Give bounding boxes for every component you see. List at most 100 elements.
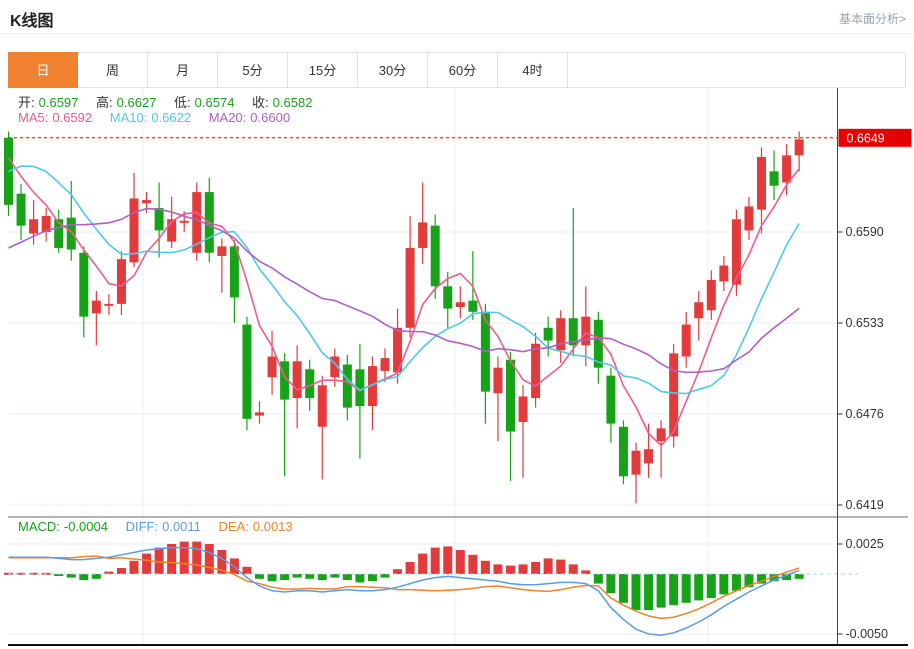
candle [455, 302, 465, 308]
candle [631, 450, 641, 475]
macd-bar [631, 574, 641, 610]
ma-lines [8, 207, 800, 374]
open-label: 开: [18, 95, 35, 110]
candle [430, 225, 440, 287]
macd-bar [681, 574, 691, 603]
macd-bar [330, 574, 340, 578]
low-label: 低: [174, 95, 191, 110]
macd-bar [606, 574, 616, 594]
close-value: 0.6582 [272, 95, 313, 110]
candle [518, 396, 528, 422]
candle [342, 364, 352, 408]
macd-value: -0.0004 [63, 519, 108, 534]
candle [79, 252, 89, 317]
macd-lines [8, 546, 800, 636]
candle [694, 302, 704, 319]
candle [179, 220, 189, 223]
candle [317, 385, 327, 427]
macd-bar [79, 574, 89, 580]
macd-bar [480, 560, 490, 574]
ma10-value: 0.6622 [151, 110, 192, 125]
candle [116, 259, 126, 304]
macd-bar [644, 574, 654, 610]
candle [16, 193, 26, 226]
macd-bar [568, 564, 578, 574]
dea-value: 0.0013 [252, 519, 293, 534]
ma5-label: MA5: [18, 110, 49, 125]
macd-bar [794, 574, 804, 579]
ma10-label: MA10: [109, 110, 148, 125]
macd-bar [581, 570, 591, 574]
axis-tick-label: 0.6419 [846, 498, 884, 512]
macd-bar [418, 553, 428, 574]
ma-lines [7, 157, 800, 447]
macd-bar [556, 559, 566, 574]
macd-bar [317, 574, 327, 580]
dea-label: DEA: [218, 519, 249, 534]
axis-tick-label: -0.0050 [846, 627, 888, 641]
macd-bar [204, 544, 214, 574]
dea-line [8, 555, 800, 620]
macd-bar [355, 574, 365, 583]
macd-bar [380, 574, 390, 578]
candle [405, 247, 415, 328]
candle [731, 219, 741, 285]
candle [29, 219, 39, 234]
candle [769, 171, 779, 186]
macd-bar [367, 574, 377, 582]
candle [543, 327, 553, 341]
close-label: 收: [252, 95, 269, 110]
current-price-value: 0.6649 [847, 131, 885, 145]
macd-bar [91, 574, 101, 579]
candle [506, 359, 515, 432]
candle [706, 279, 716, 311]
ma20-label: MA20: [208, 110, 247, 125]
diff-line [8, 546, 800, 636]
macd-bar [116, 568, 126, 574]
ma20-line [8, 207, 800, 374]
candle [91, 300, 101, 314]
high-value: 0.6627 [116, 95, 157, 110]
ma20-value: 0.6600 [250, 110, 291, 125]
diff-label: DIFF: [125, 519, 159, 534]
candle [255, 412, 264, 416]
low-value: 0.6574 [194, 95, 235, 110]
candle [142, 200, 152, 204]
macd-bar [731, 574, 741, 591]
macd-bar [393, 569, 403, 574]
high-label: 高: [96, 95, 113, 110]
macd-bar [179, 541, 189, 574]
macd-bar [706, 574, 716, 598]
macd-bar [242, 566, 252, 574]
candle [606, 375, 616, 424]
kline-page: { "header": { "title": "K线图", "link_labe… [0, 0, 914, 649]
macd-bar [443, 546, 453, 574]
macd-bar [669, 574, 679, 606]
candle [656, 428, 666, 442]
diff-value: 0.0011 [162, 519, 201, 534]
macd-bar [66, 574, 76, 578]
ma5-line [7, 157, 800, 447]
macd-bar [468, 554, 478, 574]
ma-lines [8, 165, 800, 395]
macd-legend: MACD: -0.0004 DIFF: 0.0011 DEA: 0.0013 [18, 519, 297, 534]
ma5-value: 0.6592 [52, 110, 93, 125]
candle [443, 286, 453, 309]
candle [292, 361, 302, 399]
macd-label: MACD: [18, 519, 60, 534]
candle [380, 358, 390, 371]
current-price-label: 0.6649 [838, 128, 912, 147]
candles-layer [4, 131, 804, 504]
macd-bar [719, 574, 729, 595]
candle [217, 246, 227, 256]
candle [418, 222, 428, 248]
candle [242, 324, 252, 419]
candle [468, 300, 478, 312]
macd-bar [656, 574, 666, 608]
macd-bar [531, 562, 541, 574]
macd-bar [342, 574, 352, 580]
candle [267, 356, 277, 378]
macd-bar [267, 574, 277, 582]
open-value: 0.6597 [38, 95, 79, 110]
candle [794, 139, 804, 156]
